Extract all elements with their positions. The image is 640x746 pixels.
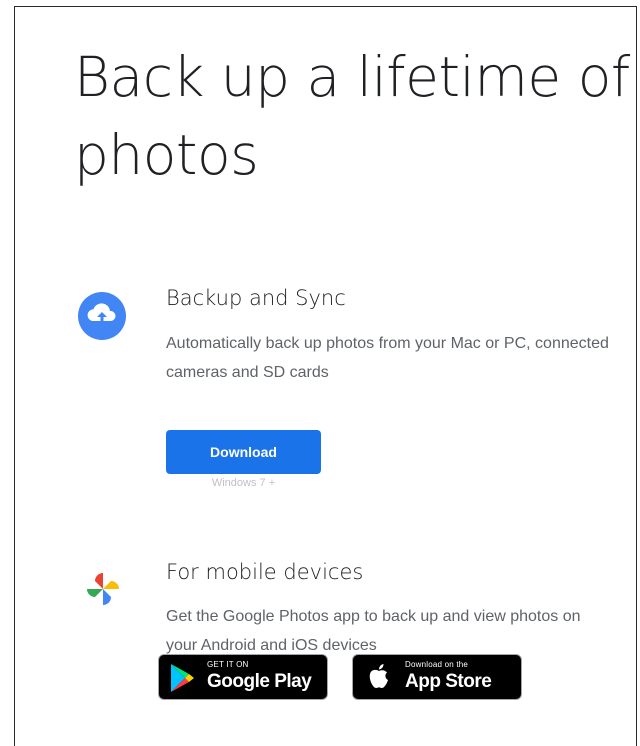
mobile-devices-description: Get the Google Photos app to back up and… bbox=[166, 608, 581, 654]
mobile-devices-title: For mobile devices bbox=[166, 560, 364, 584]
download-button[interactable]: Download bbox=[166, 430, 321, 474]
app-store-small-label: Download on the bbox=[405, 660, 469, 669]
apple-logo-icon bbox=[367, 663, 391, 696]
backup-sync-section: Backup and Sync Automatically back up ph… bbox=[76, 284, 616, 494]
mobile-devices-section: For mobile devices Get the Google Photos… bbox=[76, 558, 616, 738]
google-play-big-label: Google Play bbox=[207, 671, 312, 692]
app-store-big-label: App Store bbox=[405, 671, 492, 692]
backup-sync-title: Backup and Sync bbox=[166, 286, 346, 310]
google-play-badge[interactable]: GET IT ON Google Play bbox=[158, 654, 328, 700]
cloud-upload-icon bbox=[76, 290, 128, 347]
hero-title: Back up a lifetime of photos bbox=[74, 45, 630, 187]
google-play-small-label: GET IT ON bbox=[207, 660, 249, 669]
google-play-icon bbox=[169, 663, 195, 698]
app-store-badge[interactable]: Download on the App Store bbox=[352, 654, 522, 700]
google-photos-pinwheel-icon bbox=[82, 568, 124, 615]
download-requirements-note: Windows 7 + bbox=[211, 477, 276, 489]
backup-sync-description: Automatically back up photos from your M… bbox=[166, 335, 609, 381]
